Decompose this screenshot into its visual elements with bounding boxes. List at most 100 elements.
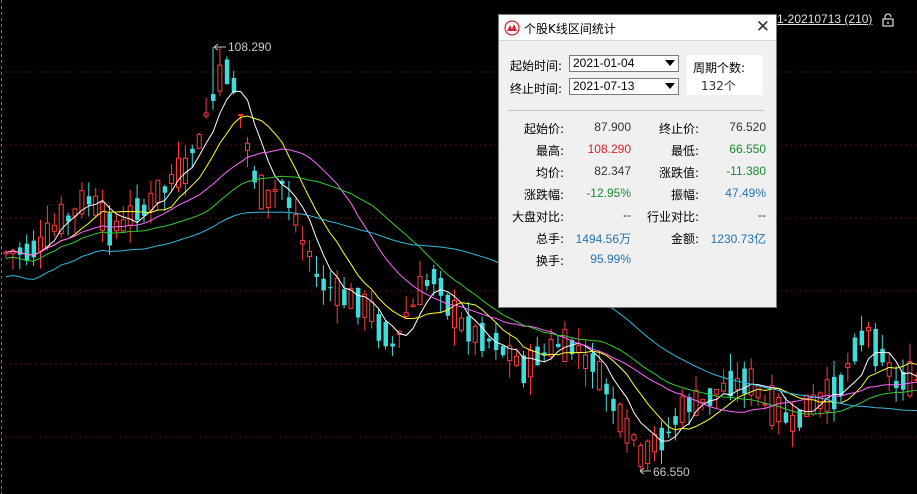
candle-up [790,401,796,448]
candle-up [734,362,740,403]
candle-up [472,323,478,356]
candle-up [631,433,637,447]
candle-up [3,250,9,259]
candle-up [403,296,409,319]
candle-down [611,386,616,424]
candle-down [438,271,444,314]
candle-up [348,282,354,309]
candle-up [238,113,244,129]
candle-up [182,145,188,197]
candle-down [390,336,395,356]
candle-down [17,242,23,270]
candle-up [176,141,181,193]
candle-down [445,293,451,320]
candle-up [769,374,775,431]
amount-value: 1230.73亿 [710,232,766,246]
candle-up [72,207,78,233]
candle-down [280,178,285,201]
dialog-title-bar[interactable]: 个股K线区间统计 ✕ [499,15,776,41]
avg-price-label: 均价: [535,166,564,180]
close-icon[interactable]: ✕ [756,18,770,36]
candle-down [424,273,430,291]
candle-up [79,182,85,219]
candle-up [410,297,416,308]
candle-up [369,291,375,329]
candle-down [500,344,506,358]
candle-up [51,213,57,237]
dialog-title: 个股K线区间统计 [524,22,616,36]
candle-down [314,256,319,287]
low-price-label: 66.550 [653,465,690,479]
candle-down [328,271,333,302]
chevron-down-icon[interactable] [665,60,675,66]
end-time-value: 2021-07-13 [573,79,635,93]
industry-compare-value: -- [758,208,766,222]
total-volume-value: 1494.56万 [575,232,631,246]
amplitude-value: 47.49% [725,186,766,200]
candle-up [755,383,761,406]
candle-down [659,421,664,464]
amplitude-label: 振幅: [670,188,699,202]
low-arrow-icon [639,467,651,475]
chevron-down-icon[interactable] [665,83,675,89]
candle-down [224,56,230,85]
candle-down [480,316,485,358]
candle-down [86,182,92,217]
change-value: -11.380 [726,164,766,178]
turnover-label: 换手: [535,254,564,268]
candle-up [748,358,754,406]
start-time-select[interactable]: 2021-01-04 [569,55,679,72]
kline-chart[interactable]: 108.290 66.550 1-20210713 (210) [0,0,917,494]
total-volume-label: 总手: [535,232,564,246]
candle-up [845,352,851,382]
candle-up [100,190,106,243]
start-price-value: 87.900 [594,120,631,134]
candle-up [645,439,651,470]
ma60-line [5,211,917,412]
candle-up [245,137,250,168]
end-time-select[interactable]: 2021-07-13 [569,78,679,95]
kline-canvas[interactable] [0,0,917,494]
candle-up [638,442,644,473]
candle-down [376,307,382,349]
candle-up [38,220,43,269]
interval-stats-dialog: 个股K线区间统计 ✕ 起始时间: 2021-01-04 终止时间: 2021-0… [498,14,777,308]
candle-up [776,393,782,435]
end-price-value: 76.520 [729,120,766,134]
candle-up [272,179,278,208]
candle-down [880,335,885,367]
candle-up [203,97,209,119]
candle-up [866,321,871,348]
candle-up [120,206,126,234]
candle-down [286,180,292,221]
candle-down [487,336,492,349]
candle-down [355,287,361,325]
pct-change-label: 涨跌幅: [523,188,564,202]
candle-down [673,407,678,441]
app-logo-icon [504,20,520,36]
candle-down [252,165,257,189]
candle-down [556,334,561,349]
low-label: 最低: [670,144,699,158]
candle-up [148,180,154,224]
candle-down [604,378,609,412]
lock-icon[interactable] [882,13,894,27]
candle-down [742,361,747,409]
candle-up [507,332,513,378]
market-compare-label: 大盘对比: [511,210,564,224]
candle-up [417,261,423,305]
high-price-label: 108.290 [228,40,272,54]
candle-up [113,213,119,239]
candle-up [127,190,133,243]
candle-down [859,316,865,352]
range-label[interactable]: 1-20210713 (210) [777,12,872,26]
start-time-label: 起始时间: [510,59,563,73]
candle-up [265,189,271,219]
candle-up [617,402,623,438]
candle-up [652,426,658,462]
end-time-label: 终止时间: [510,82,563,96]
start-time-value: 2021-01-04 [573,56,635,70]
ma10-line [5,115,917,431]
candle-up [762,394,768,410]
candle-down [211,47,216,110]
